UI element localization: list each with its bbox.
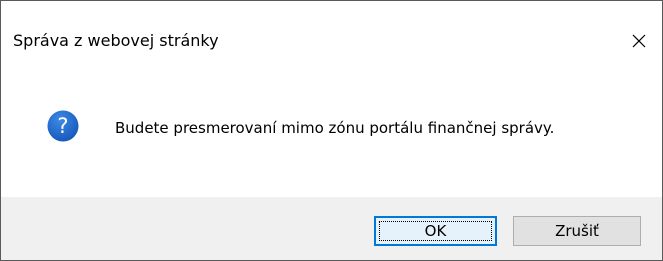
message-dialog: Správa z webovej stránky ? Budete presme… [0, 0, 663, 261]
cancel-button[interactable]: Zrušiť [513, 216, 641, 246]
dialog-content: ? Budete presmerovaní mimo zónu portálu … [1, 63, 662, 197]
dialog-titlebar: Správa z webovej stránky [1, 1, 662, 63]
ok-button-label: OK [424, 222, 447, 240]
question-icon: ? [47, 110, 79, 142]
ok-button[interactable]: OK [374, 216, 497, 246]
svg-text:?: ? [57, 114, 68, 138]
cancel-button-label: Zrušiť [555, 222, 599, 240]
dialog-message: Budete presmerovaní mimo zónu portálu fi… [115, 119, 555, 137]
dialog-title: Správa z webovej stránky [13, 31, 219, 50]
dialog-footer: OK Zrušiť [1, 197, 662, 260]
close-icon [632, 34, 646, 48]
close-button[interactable] [616, 23, 662, 59]
